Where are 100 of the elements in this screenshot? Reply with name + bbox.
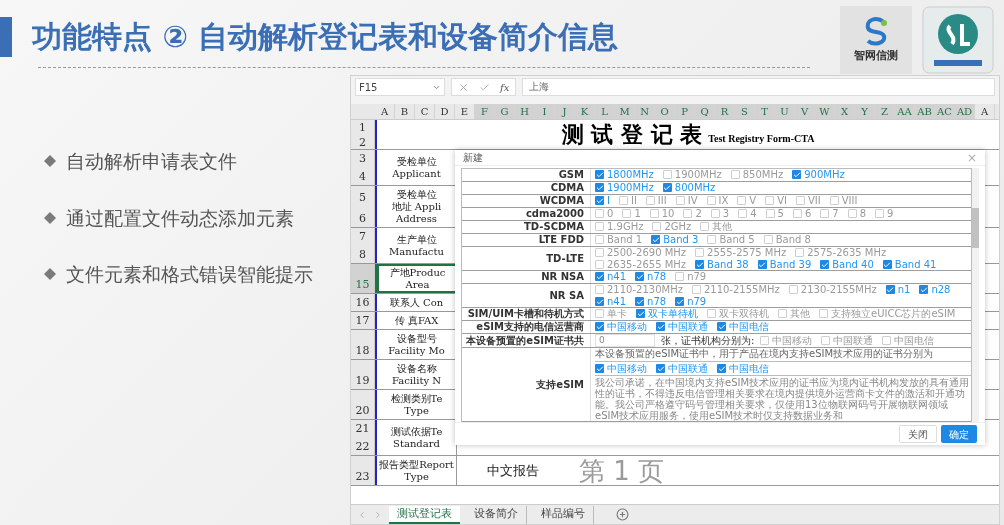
column-header[interactable]: G: [495, 104, 515, 119]
checkbox[interactable]: [707, 235, 717, 244]
row-number[interactable]: 20: [351, 390, 374, 419]
dialog-button[interactable]: 关闭: [899, 425, 937, 443]
column-header[interactable]: T: [755, 104, 775, 119]
checkbox[interactable]: [618, 196, 628, 205]
cancel-icon[interactable]: [458, 81, 469, 93]
checkbox[interactable]: [707, 309, 716, 318]
checkbox[interactable]: [763, 235, 773, 244]
checkbox[interactable]: [765, 209, 775, 218]
checkbox[interactable]: [595, 285, 604, 294]
sheet-tab[interactable]: 样品编号: [533, 505, 594, 524]
row-number[interactable]: 1: [351, 120, 374, 135]
checkbox[interactable]: [778, 309, 787, 318]
column-header[interactable]: J: [555, 104, 575, 119]
column-header[interactable]: N: [635, 104, 655, 119]
row-number[interactable]: 17: [351, 312, 374, 329]
checkbox[interactable]: [847, 209, 857, 218]
checkbox[interactable]: [656, 364, 665, 373]
confirm-button[interactable]: 确定: [941, 425, 977, 443]
checkbox[interactable]: [595, 260, 604, 269]
checkbox[interactable]: [820, 260, 830, 269]
checkbox[interactable]: [662, 183, 672, 192]
checkbox[interactable]: [737, 196, 747, 205]
checkbox[interactable]: [875, 209, 885, 218]
checkbox[interactable]: [793, 209, 802, 218]
column-header[interactable]: B: [395, 104, 415, 119]
column-header[interactable]: AB: [915, 104, 935, 119]
row-number[interactable]: 23: [351, 456, 374, 485]
column-header[interactable]: L: [595, 104, 615, 119]
checkbox[interactable]: [919, 285, 929, 294]
checkbox[interactable]: [595, 297, 604, 306]
checkbox[interactable]: [829, 196, 839, 205]
column-header[interactable]: Y: [855, 104, 875, 119]
row-number[interactable]: 18: [351, 330, 374, 359]
checkbox[interactable]: [683, 209, 693, 218]
checkbox[interactable]: [675, 297, 685, 306]
column-header[interactable]: V: [795, 104, 815, 119]
column-header[interactable]: A: [975, 104, 995, 119]
checkbox[interactable]: [595, 183, 604, 192]
row-number[interactable]: 16: [351, 294, 374, 311]
checkbox[interactable]: [595, 196, 604, 205]
checkbox[interactable]: [645, 196, 655, 205]
column-header[interactable]: M: [615, 104, 635, 119]
column-header[interactable]: I: [535, 104, 555, 119]
checkbox[interactable]: [757, 260, 767, 269]
checkbox[interactable]: [656, 322, 665, 331]
checkbox[interactable]: [691, 285, 701, 294]
checkbox[interactable]: [819, 309, 828, 318]
checkbox[interactable]: [706, 196, 716, 205]
row-number[interactable]: 6: [351, 206, 374, 227]
checkbox[interactable]: [885, 285, 895, 294]
checkbox[interactable]: [730, 170, 740, 179]
checkbox[interactable]: [595, 272, 604, 281]
function-button[interactable]: fx: [500, 79, 510, 95]
checkbox[interactable]: [795, 196, 805, 205]
column-header[interactable]: D: [435, 104, 455, 119]
scrollbar[interactable]: [972, 168, 979, 422]
count-field[interactable]: 0: [595, 334, 655, 347]
previous-sheet-icon[interactable]: [357, 509, 367, 520]
checkbox[interactable]: [710, 209, 720, 218]
column-header[interactable]: AD: [955, 104, 975, 119]
checkbox[interactable]: [595, 209, 604, 218]
column-header[interactable]: P: [675, 104, 695, 119]
row-number[interactable]: 19: [351, 360, 374, 389]
checkbox[interactable]: [595, 248, 604, 257]
row-number[interactable]: 2: [351, 135, 374, 150]
checkbox[interactable]: [695, 260, 705, 269]
checkbox[interactable]: [675, 272, 685, 281]
checkbox[interactable]: [820, 209, 830, 218]
checkbox[interactable]: [717, 364, 726, 373]
column-header[interactable]: O: [655, 104, 675, 119]
column-header[interactable]: Q: [695, 104, 715, 119]
checkbox[interactable]: [652, 222, 662, 231]
checkbox[interactable]: [595, 309, 604, 318]
column-header[interactable]: A: [375, 104, 395, 119]
column-header[interactable]: C: [415, 104, 435, 119]
formula-field[interactable]: 上海: [522, 78, 995, 96]
checkbox[interactable]: [765, 196, 775, 205]
checkbox[interactable]: [595, 364, 604, 373]
checkbox[interactable]: [738, 209, 748, 218]
checkbox[interactable]: [635, 272, 645, 281]
checkbox[interactable]: [795, 248, 805, 257]
checkbox[interactable]: [882, 260, 892, 269]
column-header[interactable]: AA: [895, 104, 915, 119]
column-header[interactable]: R: [715, 104, 735, 119]
add-sheet-icon[interactable]: [616, 508, 629, 521]
checkbox[interactable]: [695, 248, 705, 257]
column-header[interactable]: S: [735, 104, 755, 119]
checkbox[interactable]: [821, 336, 831, 345]
column-header[interactable]: F: [475, 104, 495, 119]
row-number[interactable]: 3: [351, 150, 374, 168]
checkbox[interactable]: [717, 322, 726, 331]
checkbox[interactable]: [595, 322, 604, 331]
row-number[interactable]: 21: [351, 420, 374, 438]
check-icon[interactable]: [479, 81, 490, 93]
column-header[interactable]: AC: [935, 104, 955, 119]
row-number[interactable]: 7: [351, 228, 374, 246]
row-number[interactable]: 15: [351, 264, 374, 293]
checkbox[interactable]: [651, 235, 661, 244]
